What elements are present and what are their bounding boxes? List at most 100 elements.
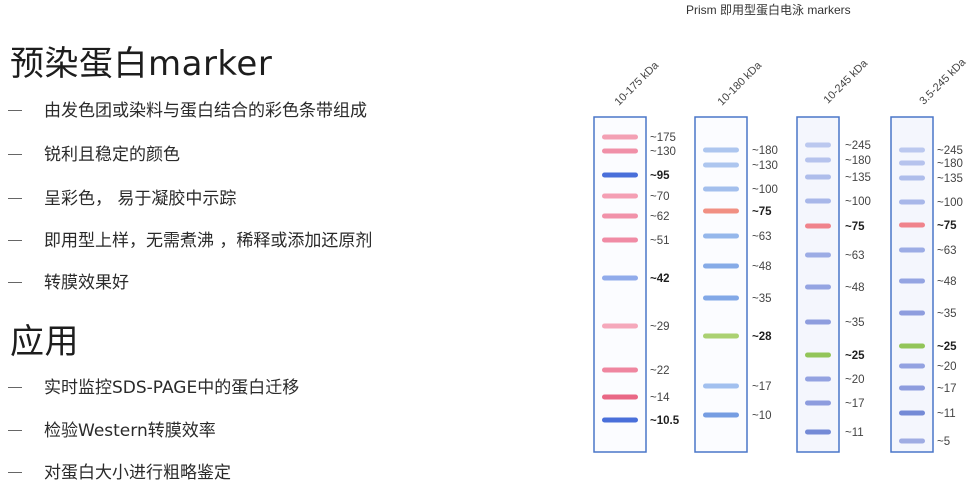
band-label: ~10.5 (650, 415, 680, 427)
band-label: ~25 (937, 341, 957, 353)
band-label: ~5 (937, 436, 950, 448)
band (899, 278, 925, 284)
band-label: ~75 (937, 220, 957, 232)
band (703, 233, 739, 239)
band-label: ~63 (937, 245, 957, 257)
band-label: ~135 (845, 172, 871, 184)
band-label: ~63 (752, 231, 772, 243)
band (703, 412, 739, 418)
band (899, 310, 925, 316)
lane-2: 10-180 kDa ~180 ~130 ~100 ~75 ~63 ~48 ~35 ~28 ~17… (694, 59, 778, 453)
band (805, 400, 831, 406)
band-label: ~42 (650, 273, 670, 285)
band (899, 343, 925, 349)
band-label: ~10 (752, 410, 772, 422)
band (805, 174, 831, 180)
band (899, 160, 925, 166)
band (602, 213, 638, 219)
band (805, 319, 831, 325)
band-label: ~62 (650, 211, 670, 223)
band-label: ~130 (752, 160, 778, 172)
lane-3: 10-245 kDa ~245 ~180 ~135 ~100 ~75 ~63 ~48 ~35 ~2… (796, 57, 871, 453)
band (899, 147, 925, 153)
band (602, 134, 638, 140)
band (602, 367, 638, 373)
lane-label: 10-180 kDa (716, 59, 765, 108)
band (602, 237, 638, 243)
band (703, 295, 739, 301)
band-label: ~75 (845, 221, 865, 233)
band-label: ~35 (845, 317, 865, 329)
band-label: ~11 (845, 427, 864, 439)
band-label: ~22 (650, 365, 670, 377)
band-label: ~35 (752, 293, 772, 305)
band (602, 323, 638, 329)
band (602, 172, 638, 178)
lane-label: 3.5-245 kDa (917, 56, 968, 107)
band-label: ~70 (650, 191, 670, 203)
band (805, 429, 831, 435)
band (703, 383, 739, 389)
band-label: ~48 (845, 282, 865, 294)
band (602, 417, 638, 423)
band-label: ~180 (937, 158, 963, 170)
band-label: ~100 (752, 184, 778, 196)
lane-4: 3.5-245 kDa ~245~180 ~135 ~100 ~75 ~63 ~48 ~35 ~… (890, 56, 969, 453)
band (899, 222, 925, 228)
band (703, 208, 739, 214)
lane-label: 10-245 kDa (822, 57, 871, 106)
band-label: ~245 (845, 140, 871, 152)
band (899, 385, 925, 391)
band (805, 142, 831, 148)
band-label: ~25 (845, 350, 865, 362)
band-label: ~29 (650, 321, 670, 333)
band-label: ~130 (650, 146, 676, 158)
band (602, 275, 638, 281)
band (805, 157, 831, 163)
band-label: ~11 (937, 408, 956, 420)
band-label: ~75 (752, 206, 772, 218)
band-label: ~180 (845, 155, 871, 167)
band (703, 263, 739, 269)
band (602, 394, 638, 400)
band (805, 223, 831, 229)
band (805, 352, 831, 358)
band (805, 284, 831, 290)
band-label: ~35 (937, 308, 957, 320)
band (899, 199, 925, 205)
band (703, 333, 739, 339)
band (805, 198, 831, 204)
band-label: ~20 (937, 361, 957, 373)
band-label: ~28 (752, 331, 772, 343)
band-label: ~180 (752, 145, 778, 157)
band-label: ~17 (845, 398, 865, 410)
band (602, 193, 638, 199)
marker-ladders: 10-175 kDa ~175 ~130 ~95 ~70 ~62 ~51 ~42 ~29 ~22 ~… (593, 56, 969, 453)
band-label: ~245 (937, 145, 963, 157)
lane-frame (593, 116, 647, 453)
band (899, 410, 925, 416)
band-label: ~17 (937, 383, 957, 395)
band (805, 252, 831, 258)
band (703, 186, 739, 192)
band-label: ~100 (937, 197, 963, 209)
lane-frame (890, 116, 934, 453)
band-label: ~51 (650, 235, 670, 247)
band (805, 376, 831, 382)
band (703, 147, 739, 153)
band-label: ~48 (752, 261, 772, 273)
band (602, 148, 638, 154)
band-label: ~100 (845, 196, 871, 208)
band-label: ~48 (937, 276, 957, 288)
band-label: ~63 (845, 250, 865, 262)
band-label: ~175 (650, 132, 676, 144)
band (899, 438, 925, 444)
band-label: ~14 (650, 392, 670, 404)
band (899, 175, 925, 181)
band-label: ~95 (650, 170, 670, 182)
band (899, 363, 925, 369)
band (899, 247, 925, 253)
band-label: ~20 (845, 374, 865, 386)
band-label: ~135 (937, 173, 963, 185)
band (703, 162, 739, 168)
